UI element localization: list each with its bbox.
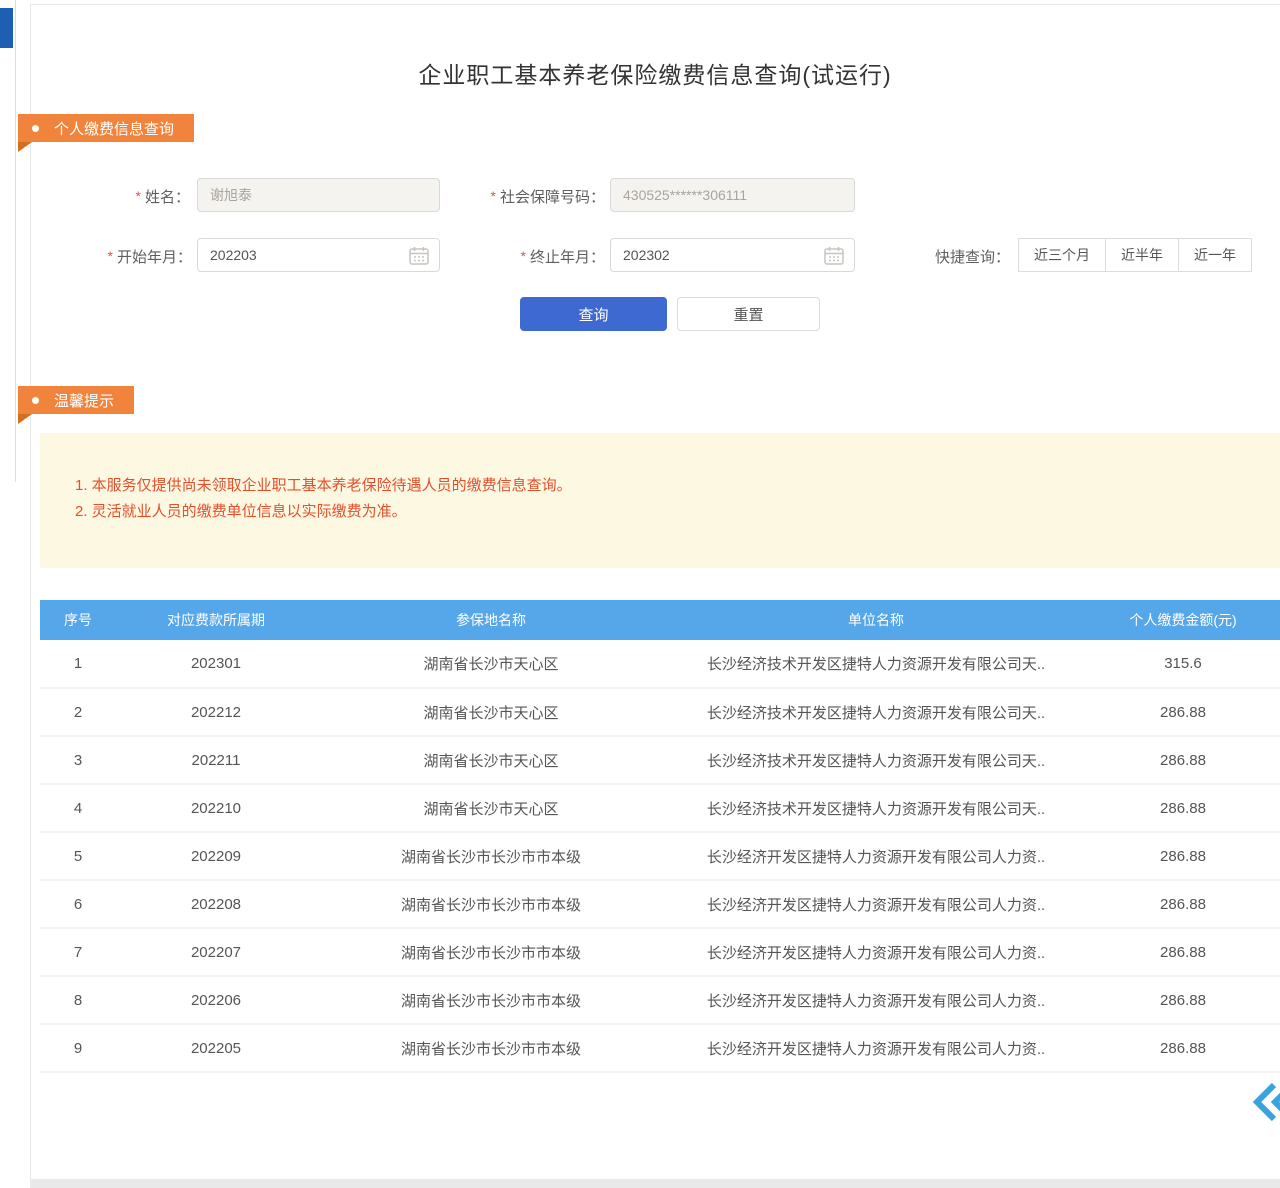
cell-location: 湖南省长沙市长沙市市本级 [316, 1024, 666, 1072]
table-row: 7 202207 湖南省长沙市长沙市市本级 长沙经济开发区捷特人力资源开发有限公… [40, 928, 1280, 976]
header-period: 对应费款所属期 [116, 600, 316, 640]
cell-period: 202209 [116, 832, 316, 880]
left-rail [0, 0, 16, 482]
cell-index: 2 [40, 688, 116, 736]
header-location: 参保地名称 [316, 600, 666, 640]
cell-location: 湖南省长沙市天心区 [316, 736, 666, 784]
cell-index: 7 [40, 928, 116, 976]
section-badge-query-label: 个人缴费信息查询 [54, 118, 174, 139]
cell-index: 9 [40, 1024, 116, 1072]
calendar-icon[interactable] [824, 246, 844, 265]
cell-location: 湖南省长沙市天心区 [316, 640, 666, 688]
calendar-icon[interactable] [409, 246, 429, 265]
table-header-row: 序号 对应费款所属期 参保地名称 单位名称 个人缴费金额(元) [40, 600, 1280, 640]
page: 企业职工基本养老保险缴费信息查询(试运行) 个人缴费信息查询 * 姓名： * 社… [0, 0, 1280, 1188]
collapse-chevron-icon[interactable] [1252, 1082, 1280, 1122]
tips-line: 2. 灵活就业人员的缴费单位信息以实际缴费为准。 [75, 499, 1250, 525]
cell-location: 湖南省长沙市长沙市市本级 [316, 976, 666, 1024]
cell-index: 5 [40, 832, 116, 880]
cell-index: 6 [40, 880, 116, 928]
cell-amount: 286.88 [1086, 688, 1280, 736]
name-input[interactable] [197, 178, 440, 212]
end-month-input[interactable] [610, 238, 855, 272]
cell-period: 202206 [116, 976, 316, 1024]
cell-company: 长沙经济开发区捷特人力资源开发有限公司人力资.. [666, 880, 1086, 928]
table-row: 5 202209 湖南省长沙市长沙市市本级 长沙经济开发区捷特人力资源开发有限公… [40, 832, 1280, 880]
start-month-input[interactable] [197, 238, 440, 272]
bullet-icon [32, 125, 39, 132]
cell-amount: 286.88 [1086, 736, 1280, 784]
header-index: 序号 [40, 600, 116, 640]
table-row: 9 202205 湖南省长沙市长沙市市本级 长沙经济开发区捷特人力资源开发有限公… [40, 1024, 1280, 1072]
required-asterisk: * [136, 188, 141, 204]
required-asterisk: * [521, 248, 526, 264]
cell-company: 长沙经济开发区捷特人力资源开发有限公司人力资.. [666, 1024, 1086, 1072]
cell-company: 长沙经济技术开发区捷特人力资源开发有限公司天.. [666, 688, 1086, 736]
quick-button-1year[interactable]: 近一年 [1178, 238, 1252, 272]
cell-amount: 286.88 [1086, 832, 1280, 880]
quick-query-label: 快捷查询： [920, 246, 1010, 266]
cell-company: 长沙经济开发区捷特人力资源开发有限公司人力资.. [666, 976, 1086, 1024]
table-row: 1 202301 湖南省长沙市天心区 长沙经济技术开发区捷特人力资源开发有限公司… [40, 640, 1280, 688]
section-badge-query: 个人缴费信息查询 [18, 114, 194, 142]
table-row: 8 202206 湖南省长沙市长沙市市本级 长沙经济开发区捷特人力资源开发有限公… [40, 976, 1280, 1024]
bullet-icon [32, 397, 39, 404]
results-table: 序号 对应费款所属期 参保地名称 单位名称 个人缴费金额(元) 1 202301… [40, 600, 1280, 1073]
required-asterisk: * [491, 188, 496, 204]
start-month-label: * 开始年月： [85, 246, 192, 266]
required-asterisk: * [108, 248, 113, 264]
sidebar-mini-tab[interactable] [0, 8, 13, 48]
section-badge-tips: 温馨提示 [18, 386, 134, 414]
table-row: 6 202208 湖南省长沙市长沙市市本级 长沙经济开发区捷特人力资源开发有限公… [40, 880, 1280, 928]
cell-index: 4 [40, 784, 116, 832]
bottom-bar [30, 1179, 1280, 1188]
ssn-label: * 社会保障号码： [448, 186, 605, 206]
cell-location: 湖南省长沙市天心区 [316, 688, 666, 736]
cell-location: 湖南省长沙市长沙市市本级 [316, 832, 666, 880]
section-badge-tips-label: 温馨提示 [54, 390, 114, 411]
header-amount: 个人缴费金额(元) [1086, 600, 1280, 640]
table-row: 3 202211 湖南省长沙市天心区 长沙经济技术开发区捷特人力资源开发有限公司… [40, 736, 1280, 784]
end-month-label: * 终止年月： [498, 246, 605, 266]
cell-company: 长沙经济开发区捷特人力资源开发有限公司人力资.. [666, 832, 1086, 880]
tips-line: 1. 本服务仅提供尚未领取企业职工基本养老保险待遇人员的缴费信息查询。 [75, 473, 1250, 499]
cell-period: 202205 [116, 1024, 316, 1072]
cell-location: 湖南省长沙市长沙市市本级 [316, 880, 666, 928]
quick-button-3months[interactable]: 近三个月 [1018, 238, 1106, 272]
table-row: 2 202212 湖南省长沙市天心区 长沙经济技术开发区捷特人力资源开发有限公司… [40, 688, 1280, 736]
cell-amount: 286.88 [1086, 784, 1280, 832]
cell-amount: 286.88 [1086, 880, 1280, 928]
cell-index: 8 [40, 976, 116, 1024]
quick-button-halfyear[interactable]: 近半年 [1105, 238, 1179, 272]
cell-index: 1 [40, 640, 116, 688]
name-label: * 姓名： [90, 186, 190, 206]
results-table-wrap: 序号 对应费款所属期 参保地名称 单位名称 个人缴费金额(元) 1 202301… [40, 600, 1280, 1073]
cell-company: 长沙经济技术开发区捷特人力资源开发有限公司天.. [666, 784, 1086, 832]
cell-amount: 286.88 [1086, 1024, 1280, 1072]
cell-period: 202211 [116, 736, 316, 784]
cell-location: 湖南省长沙市长沙市市本级 [316, 928, 666, 976]
cell-amount: 286.88 [1086, 976, 1280, 1024]
cell-company: 长沙经济技术开发区捷特人力资源开发有限公司天.. [666, 736, 1086, 784]
query-button[interactable]: 查询 [520, 297, 667, 331]
cell-amount: 315.6 [1086, 640, 1280, 688]
cell-location: 湖南省长沙市天心区 [316, 784, 666, 832]
cell-period: 202301 [116, 640, 316, 688]
table-row: 4 202210 湖南省长沙市天心区 长沙经济技术开发区捷特人力资源开发有限公司… [40, 784, 1280, 832]
cell-amount: 286.88 [1086, 928, 1280, 976]
cell-period: 202210 [116, 784, 316, 832]
cell-company: 长沙经济技术开发区捷特人力资源开发有限公司天.. [666, 640, 1086, 688]
header-company: 单位名称 [666, 600, 1086, 640]
table-body: 1 202301 湖南省长沙市天心区 长沙经济技术开发区捷特人力资源开发有限公司… [40, 640, 1280, 1072]
quick-query-group: 近三个月 近半年 近一年 [1018, 238, 1252, 272]
cell-index: 3 [40, 736, 116, 784]
reset-button[interactable]: 重置 [677, 297, 820, 331]
cell-period: 202212 [116, 688, 316, 736]
ssn-input[interactable] [610, 178, 855, 212]
cell-period: 202207 [116, 928, 316, 976]
cell-company: 长沙经济开发区捷特人力资源开发有限公司人力资.. [666, 928, 1086, 976]
page-title: 企业职工基本养老保险缴费信息查询(试运行) [30, 56, 1280, 90]
cell-period: 202208 [116, 880, 316, 928]
tips-panel: 1. 本服务仅提供尚未领取企业职工基本养老保险待遇人员的缴费信息查询。 2. 灵… [40, 433, 1280, 568]
